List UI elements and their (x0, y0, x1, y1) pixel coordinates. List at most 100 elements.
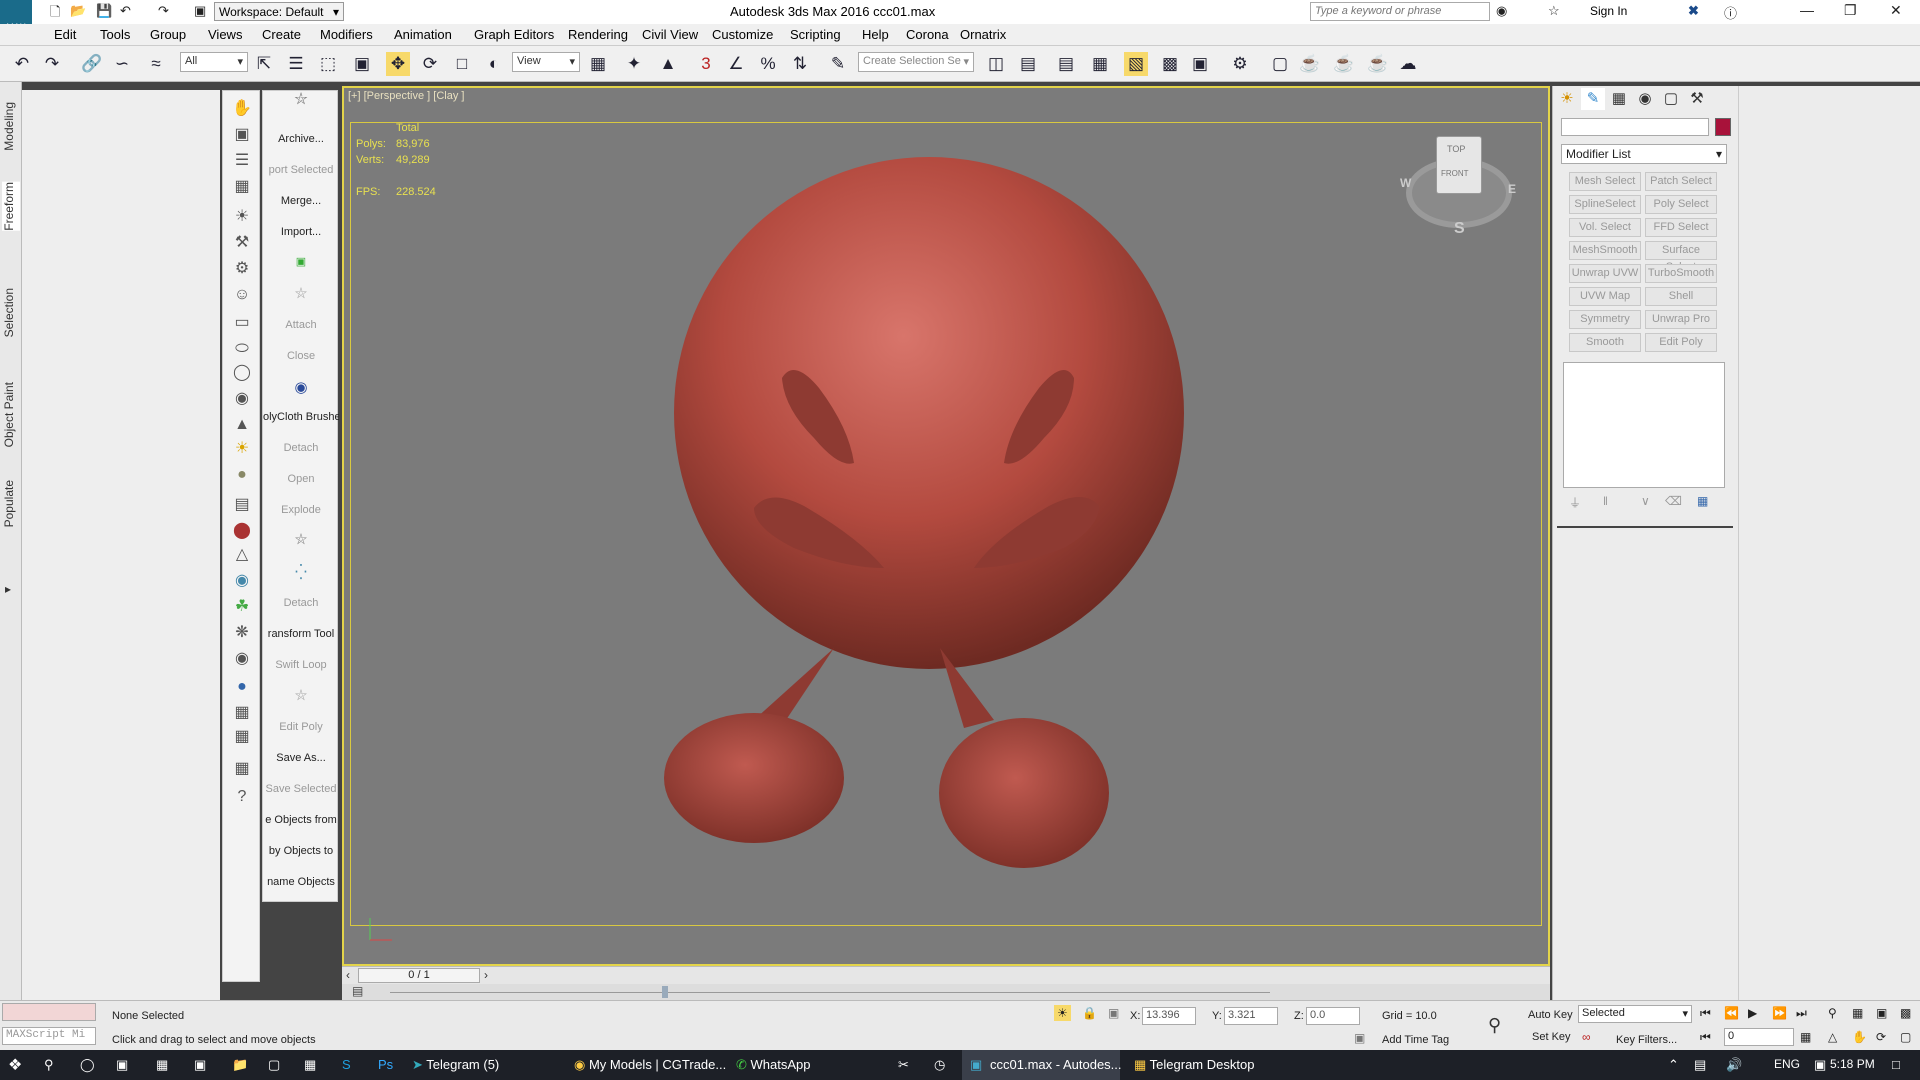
globe-icon[interactable]: ◉ (232, 571, 252, 591)
time-config-icon[interactable]: ▦ (1800, 1030, 1811, 1044)
objects-from-button[interactable]: e Objects from (263, 814, 339, 826)
close-icon[interactable]: ✕ (1890, 2, 1902, 19)
next-frame-icon[interactable]: ⏩ (1772, 1006, 1787, 1020)
play-icon[interactable]: ▶ (1748, 1006, 1757, 1020)
set-key-button[interactable]: Set Key (1532, 1031, 1571, 1043)
restore-icon[interactable]: ❐ (1844, 2, 1857, 19)
spinner-snap-icon[interactable]: ⇅ (788, 52, 812, 76)
light-icon[interactable]: ☀ (232, 207, 252, 227)
network-icon[interactable]: ▤ (1694, 1057, 1706, 1073)
objects-icon[interactable]: ▦ (232, 703, 252, 723)
track-bar-toggle-icon[interactable]: ▤ (352, 984, 363, 998)
time-tag-icon[interactable]: ▣ (1354, 1031, 1365, 1045)
tab-freeform[interactable]: Freeform (2, 182, 20, 231)
key-mode-dropdown[interactable]: Selected ▾ (1578, 1005, 1692, 1023)
qr-icon[interactable]: ◉ (263, 378, 339, 396)
auto-key-button[interactable]: Auto Key (1528, 1009, 1573, 1021)
shield-gray-icon[interactable]: ⛦ (263, 531, 339, 548)
list-icon[interactable]: ☰ (232, 151, 252, 171)
undo-icon[interactable]: ↶ (10, 52, 34, 76)
taskbar-telegram[interactable]: ➤ Telegram (5) (412, 1057, 499, 1073)
tab-object-paint[interactable]: Object Paint (2, 382, 20, 447)
menu-civil-view[interactable]: Civil View (642, 27, 698, 42)
select-and-place-icon[interactable]: ◐ (482, 52, 506, 76)
hierarchy-tab-icon[interactable]: ▦ (1607, 88, 1631, 110)
toggle-ribbon-icon[interactable]: ▦ (1088, 52, 1112, 76)
rectangular-selection-icon[interactable]: ⬚ (316, 52, 340, 76)
menu-customize[interactable]: Customize (712, 27, 773, 42)
clock[interactable]: 5:18 PM (1830, 1057, 1875, 1071)
time-slider-thumb[interactable]: 0 / 1 (358, 968, 480, 983)
track-bar[interactable]: ▤ (342, 984, 1550, 1000)
pan-icon[interactable]: ✋ (1852, 1030, 1867, 1044)
menu-graph-editors[interactable]: Graph Editors (474, 27, 554, 42)
people-icon[interactable]: ☺ (232, 285, 252, 305)
selection-filter-dropdown[interactable]: All ▾ (180, 52, 248, 72)
configure-modifier-sets-icon[interactable]: ▦ (1697, 494, 1708, 508)
select-manipulate-icon[interactable]: ✦ (622, 52, 646, 76)
time-slider[interactable]: ‹ 0 / 1 › (342, 966, 1550, 984)
save-icon[interactable]: 💾 (96, 3, 112, 19)
start-icon[interactable]: ❖ (8, 1055, 22, 1075)
open-file-icon[interactable]: 📂 (70, 3, 86, 19)
show-end-result-icon[interactable]: ‖ (1603, 494, 1608, 508)
cloth-icon[interactable]: ⛦ (263, 285, 339, 302)
menu-edit[interactable]: Edit (54, 27, 76, 42)
save-as-button[interactable]: Save As... (263, 752, 339, 764)
volume-icon[interactable]: 🔊 (1726, 1057, 1742, 1073)
goto-end-icon[interactable]: ⏭ (1796, 1006, 1807, 1021)
current-frame-field[interactable]: 0 (1724, 1028, 1794, 1046)
archive-button[interactable]: Archive... (263, 133, 339, 145)
gear-icon[interactable]: ⚙ (232, 259, 252, 279)
link-icon[interactable]: 🔗 (80, 52, 104, 76)
monitor-icon[interactable]: ▢ (268, 1057, 280, 1073)
edit-poly-modifier-button[interactable]: Edit Poly (1645, 333, 1717, 352)
add-time-tag-button[interactable]: Add Time Tag (1382, 1034, 1449, 1046)
maximize-viewport-icon[interactable]: ▢ (1900, 1030, 1911, 1044)
menu-views[interactable]: Views (208, 27, 242, 42)
taskbar-whatsapp[interactable]: ✆ WhatsApp (736, 1057, 811, 1073)
zoom-icon[interactable]: ⚲ (1828, 1006, 1837, 1020)
tab-selection[interactable]: Selection (2, 288, 20, 337)
green-icon[interactable]: ▣ (263, 255, 339, 268)
object-color-swatch[interactable] (1715, 118, 1731, 136)
tab-populate[interactable]: Populate (2, 480, 20, 527)
undo-icon[interactable]: ↶ (120, 3, 131, 19)
particles-icon[interactable]: ❋ (232, 623, 252, 643)
photoshop-icon[interactable]: Ps (378, 1057, 393, 1072)
search-icon[interactable]: ⚲ (44, 1057, 54, 1073)
pyramid-icon[interactable]: △ (232, 545, 252, 565)
stairs-icon[interactable]: ▤ (232, 495, 252, 515)
meshsmooth-button[interactable]: MeshSmooth (1569, 241, 1641, 260)
orbit-icon[interactable]: ⟳ (1876, 1030, 1886, 1044)
save-selected-button[interactable]: Save Selected (263, 783, 339, 795)
character-model[interactable] (644, 128, 1184, 868)
detach-button[interactable]: Detach (263, 442, 339, 454)
taskbar-3dsmax[interactable]: ▣ ccc01.max - Autodes... (962, 1050, 1122, 1080)
plane-icon[interactable]: ▭ (232, 313, 252, 333)
rename-objects-button[interactable]: name Objects (263, 876, 339, 888)
default-tangent-icon[interactable]: ∞ (1582, 1030, 1591, 1044)
maxscript-listener[interactable]: MAXScript Mi (2, 1027, 96, 1045)
unwrap-uvw-button[interactable]: Unwrap UVW (1569, 264, 1641, 283)
torus-icon[interactable]: ◉ (232, 389, 252, 409)
new-file-icon[interactable]: 🗋 (50, 3, 60, 25)
material-editor-icon[interactable]: ▣ (1188, 52, 1212, 76)
rendered-frame-window-icon[interactable]: ▢ (1268, 52, 1292, 76)
time-next-icon[interactable]: › (484, 968, 488, 982)
menu-help[interactable]: Help (862, 27, 889, 42)
skype-icon[interactable]: S (342, 1057, 351, 1072)
select-and-move-icon[interactable]: ✥ (386, 52, 410, 76)
pin-stack-icon[interactable]: ⏚ (1569, 494, 1581, 511)
tray-app-icon[interactable]: ▣ (1814, 1057, 1826, 1073)
project-folder-icon[interactable]: ▣ (194, 3, 206, 19)
field-of-view-icon[interactable]: △ (1828, 1030, 1837, 1044)
z-coordinate-field[interactable]: 0.0 (1306, 1007, 1360, 1025)
select-and-rotate-icon[interactable]: ⟳ (418, 52, 442, 76)
curve-editor-icon[interactable]: ▧ (1124, 52, 1148, 76)
tab-modeling[interactable]: Modeling (2, 102, 20, 151)
objects-stack-icon[interactable]: ▦ (232, 727, 252, 747)
ffd-select-button[interactable]: FFD Select (1645, 218, 1717, 237)
shell-button[interactable]: Shell (1645, 287, 1717, 306)
viewcube-top-label[interactable]: TOP (1447, 144, 1465, 154)
